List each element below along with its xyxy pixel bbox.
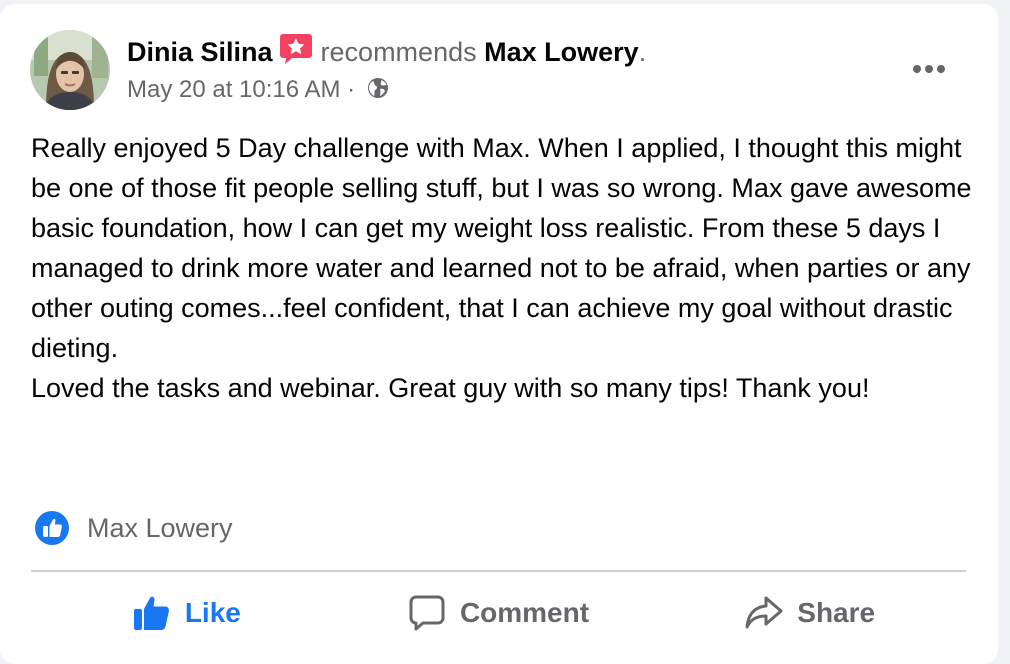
like-reaction-icon — [35, 511, 69, 545]
post-card: Dinia Silina recommends Max Lowery. May 2… — [0, 4, 998, 664]
share-arrow-icon — [745, 596, 783, 629]
post-body: Really enjoyed 5 Day challenge with Max.… — [31, 128, 976, 408]
thumbs-up-icon — [133, 596, 169, 630]
avatar-photo — [30, 30, 110, 110]
post-actions-bar: Like Comment Share — [31, 578, 966, 648]
reactor-name: Max Lowery — [87, 512, 233, 543]
globe-icon[interactable] — [366, 76, 390, 109]
more-options-button[interactable] — [906, 52, 952, 86]
recommendation-star-icon — [279, 33, 313, 73]
comment-bubble-icon — [409, 595, 445, 631]
author-name[interactable]: Dinia Silina — [127, 37, 273, 67]
like-button[interactable]: Like — [31, 578, 343, 648]
post-meta: May 20 at 10:16 AM · — [127, 74, 390, 109]
post-timestamp[interactable]: May 20 at 10:16 AM — [127, 76, 340, 103]
post-paragraph: Really enjoyed 5 Day challenge with Max.… — [31, 133, 972, 363]
page-name-link[interactable]: Max Lowery — [484, 37, 639, 67]
more-options-icon — [913, 65, 945, 73]
post-paragraph: Loved the tasks and webinar. Great guy w… — [31, 373, 870, 403]
reactions-summary[interactable]: Max Lowery — [34, 508, 233, 548]
share-button[interactable]: Share — [654, 578, 966, 648]
actions-divider — [31, 570, 966, 572]
recommends-text: recommends — [320, 37, 477, 67]
like-label: Like — [184, 597, 241, 628]
post-header: Dinia Silina recommends Max Lowery. — [127, 33, 646, 73]
share-label: Share — [797, 597, 876, 628]
meta-separator: · — [347, 76, 356, 103]
comment-label: Comment — [459, 597, 590, 628]
comment-button[interactable]: Comment — [343, 578, 655, 648]
author-avatar[interactable] — [30, 30, 110, 110]
header-period: . — [638, 37, 647, 67]
